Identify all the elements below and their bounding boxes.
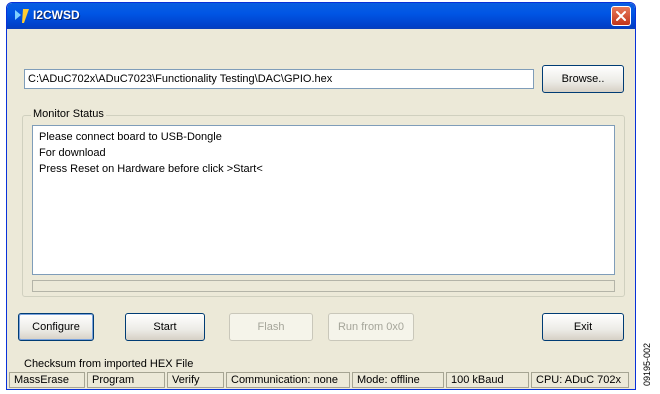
close-button[interactable] <box>611 6 631 26</box>
app-window: I2CWSD Browse.. Monitor Status Please co… <box>6 2 636 390</box>
run-from-0x0-button[interactable]: Run from 0x0 <box>328 313 414 341</box>
figure-id: 09195-002 <box>642 342 652 386</box>
flash-button[interactable]: Flash <box>229 313 313 341</box>
status-cpu: CPU: ADuC 702x <box>531 372 629 388</box>
browse-button[interactable]: Browse.. <box>542 65 624 93</box>
progress-bar <box>32 280 615 292</box>
checksum-info-text: Checksum from imported HEX File <box>24 358 194 370</box>
monitor-status-log[interactable]: Please connect board to USB-Dongle For d… <box>32 125 615 275</box>
start-button[interactable]: Start <box>125 313 205 341</box>
monitor-line: Press Reset on Hardware before click >St… <box>39 163 263 175</box>
monitor-status-group: Monitor Status Please connect board to U… <box>22 108 625 297</box>
file-path-input[interactable] <box>24 69 534 89</box>
monitor-line: Please connect board to USB-Dongle <box>39 131 222 143</box>
monitor-status-label: Monitor Status <box>31 108 106 120</box>
title-bar[interactable]: I2CWSD <box>7 3 635 29</box>
status-mass-erase: MassErase <box>9 372 85 388</box>
status-program: Program <box>87 372 165 388</box>
monitor-line: For download <box>39 147 106 159</box>
status-verify: Verify <box>167 372 224 388</box>
window-title: I2CWSD <box>33 8 80 22</box>
close-icon <box>616 11 626 21</box>
status-baud: 100 kBaud <box>446 372 529 388</box>
configure-button[interactable]: Configure <box>18 313 94 341</box>
exit-button[interactable]: Exit <box>542 313 624 341</box>
app-icon <box>15 9 29 23</box>
status-communication: Communication: none <box>226 372 350 388</box>
status-mode: Mode: offline <box>352 372 444 388</box>
status-bar: MassErase Program Verify Communication: … <box>7 372 635 389</box>
